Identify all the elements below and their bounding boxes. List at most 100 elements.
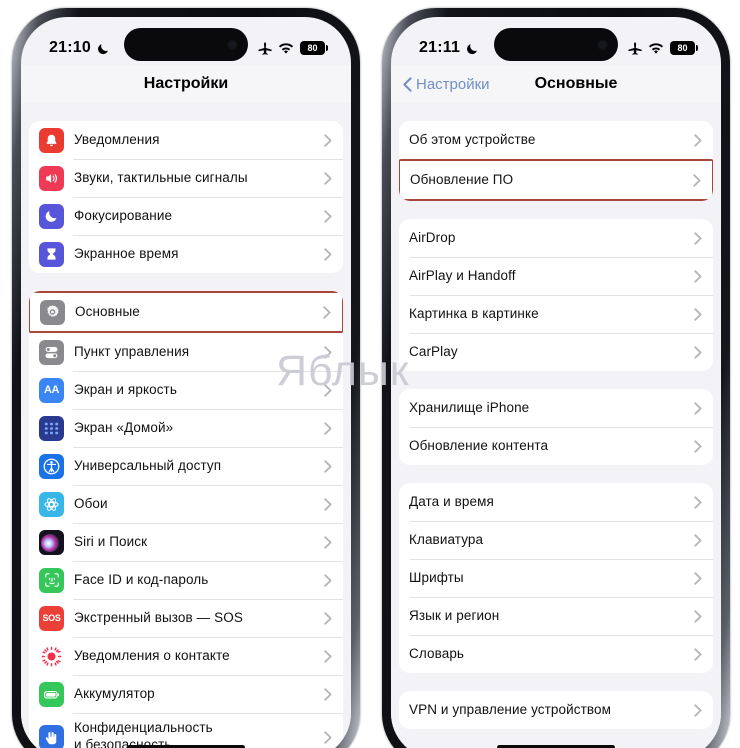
settings-row[interactable]: Обновление ПО bbox=[400, 161, 712, 199]
iphone-frame-right: 21:11 80 Настройки Основные Об этом устройст… bbox=[382, 8, 730, 748]
settings-list[interactable]: Об этом устройстве Обновление ПО AirDrop Ai… bbox=[391, 103, 721, 748]
settings-row-label: Экранное время bbox=[74, 245, 179, 261]
settings-row-label: Аккумулятор bbox=[74, 685, 155, 701]
settings-group: Об этом устройстве Обновление ПО bbox=[399, 121, 713, 201]
settings-row[interactable]: Аккумулятор bbox=[29, 675, 343, 713]
settings-row[interactable]: Клавиатура bbox=[399, 521, 713, 559]
chevron-right-icon bbox=[693, 173, 701, 187]
chevron-right-icon bbox=[324, 133, 332, 147]
settings-row-label: Язык и регион bbox=[409, 607, 500, 623]
chevron-right-icon bbox=[694, 647, 702, 661]
settings-row[interactable]: Хранилище iPhone bbox=[399, 389, 713, 427]
settings-row[interactable]: Face ID и код-пароль bbox=[29, 561, 343, 599]
chevron-right-icon bbox=[323, 305, 331, 319]
settings-row[interactable]: CarPlay bbox=[399, 333, 713, 371]
chevron-right-icon bbox=[694, 571, 702, 585]
settings-row-label: Экстренный вызов — SOS bbox=[74, 609, 243, 625]
settings-row[interactable]: AA Экран и яркость bbox=[29, 371, 343, 409]
settings-row[interactable]: Экран «Домой» bbox=[29, 409, 343, 447]
settings-row[interactable]: Шрифты bbox=[399, 559, 713, 597]
chevron-right-icon bbox=[324, 649, 332, 663]
battery-indicator: 80 bbox=[670, 41, 698, 55]
settings-row-label: Об этом устройстве bbox=[409, 131, 536, 147]
chevron-right-icon bbox=[324, 247, 332, 261]
settings-row[interactable]: Словарь bbox=[399, 635, 713, 673]
sos-icon: SOS bbox=[39, 605, 64, 631]
back-button-label: Настройки bbox=[416, 75, 490, 93]
settings-row-label: Пункт управления bbox=[74, 343, 190, 359]
chevron-right-icon bbox=[694, 133, 702, 147]
front-camera-icon bbox=[227, 39, 238, 50]
settings-row[interactable]: VPN и управление устройством bbox=[399, 691, 713, 729]
settings-row[interactable]: Язык и регион bbox=[399, 597, 713, 635]
chevron-right-icon bbox=[694, 401, 702, 415]
settings-row[interactable]: AirPlay и Handoff bbox=[399, 257, 713, 295]
settings-row[interactable]: Обновление контента bbox=[399, 427, 713, 465]
chevron-right-icon bbox=[324, 209, 332, 223]
settings-row[interactable]: Универсальный доступ bbox=[29, 447, 343, 485]
chevron-right-icon bbox=[324, 611, 332, 625]
contact-alerts-icon bbox=[39, 643, 64, 669]
highlight-box: Основные bbox=[29, 291, 343, 333]
face-id-icon bbox=[39, 567, 64, 593]
settings-row-label: Фокусирование bbox=[74, 207, 173, 223]
status-time: 21:10 bbox=[49, 39, 91, 56]
settings-row-label: Обновление ПО bbox=[410, 171, 514, 187]
nav-bar: Настройки bbox=[21, 65, 351, 103]
dynamic-island bbox=[494, 28, 618, 61]
chevron-right-icon bbox=[694, 703, 702, 717]
chevron-right-icon bbox=[324, 421, 332, 435]
settings-row[interactable]: Основные bbox=[30, 293, 342, 331]
settings-group: Уведомления Звуки, тактильные сигналы Фоку… bbox=[29, 121, 343, 273]
settings-row-label: VPN и управление устройством bbox=[409, 701, 612, 717]
settings-row-label: Хранилище iPhone bbox=[409, 399, 530, 415]
battery-icon bbox=[39, 681, 64, 707]
page-title: Настройки bbox=[143, 75, 229, 92]
settings-row[interactable]: SOS Экстренный вызов — SOS bbox=[29, 599, 343, 637]
settings-row-label: Уведомления о контакте bbox=[74, 647, 230, 663]
settings-row[interactable]: Об этом устройстве bbox=[399, 121, 713, 159]
settings-row[interactable]: Пункт управления bbox=[29, 333, 343, 371]
focus-icon bbox=[39, 203, 64, 229]
settings-list[interactable]: Уведомления Звуки, тактильные сигналы Фоку… bbox=[21, 103, 351, 748]
settings-row[interactable]: Уведомления bbox=[29, 121, 343, 159]
display-brightness-icon: AA bbox=[39, 377, 64, 403]
settings-row-label: Основные bbox=[75, 303, 140, 319]
chevron-right-icon bbox=[324, 535, 332, 549]
settings-row[interactable]: Дата и время bbox=[399, 483, 713, 521]
iphone-frame-left: 21:10 80 Настройки Уведомления Звуки, тактил… bbox=[12, 8, 360, 748]
airplane-mode-icon bbox=[627, 41, 642, 56]
settings-row-label: Siri и Поиск bbox=[74, 533, 148, 549]
settings-row-label: Звуки, тактильные сигналы bbox=[74, 169, 248, 185]
settings-row[interactable]: Конфиденциальность и безопасность bbox=[29, 713, 343, 748]
settings-row-label: Экран «Домой» bbox=[74, 419, 174, 435]
settings-row[interactable]: Экранное время bbox=[29, 235, 343, 273]
front-camera-icon bbox=[597, 39, 608, 50]
settings-row-label: Словарь bbox=[409, 645, 465, 661]
iphone-screen-left: 21:10 80 Настройки Уведомления Звуки, тактил… bbox=[21, 17, 351, 748]
settings-row-label: Экран и яркость bbox=[74, 381, 177, 397]
settings-row[interactable]: Обои bbox=[29, 485, 343, 523]
settings-row[interactable]: Фокусирование bbox=[29, 197, 343, 235]
settings-row[interactable]: Звуки, тактильные сигналы bbox=[29, 159, 343, 197]
settings-group: Основные Пункт управления AA Экран и яркост… bbox=[29, 291, 343, 748]
chevron-right-icon bbox=[324, 687, 332, 701]
settings-row[interactable]: Siri и Поиск bbox=[29, 523, 343, 561]
control-center-icon bbox=[39, 339, 64, 365]
back-button[interactable]: Настройки bbox=[403, 76, 490, 93]
chevron-right-icon bbox=[324, 383, 332, 397]
chevron-right-icon bbox=[694, 439, 702, 453]
screen-time-icon bbox=[39, 241, 64, 267]
settings-row[interactable]: Уведомления о контакте bbox=[29, 637, 343, 675]
settings-row-label: Face ID и код-пароль bbox=[74, 571, 209, 587]
settings-row-label: Дата и время bbox=[409, 493, 494, 509]
settings-row[interactable]: Картинка в картинке bbox=[399, 295, 713, 333]
chevron-right-icon bbox=[324, 171, 332, 185]
settings-row-label: CarPlay bbox=[409, 343, 458, 359]
status-time: 21:11 bbox=[419, 39, 461, 56]
settings-group: AirDrop AirPlay и Handoff Картинка в карти… bbox=[399, 219, 713, 371]
general-gear-icon bbox=[40, 299, 65, 325]
chevron-right-icon bbox=[694, 307, 702, 321]
sounds-haptics-icon bbox=[39, 165, 64, 191]
settings-row[interactable]: AirDrop bbox=[399, 219, 713, 257]
